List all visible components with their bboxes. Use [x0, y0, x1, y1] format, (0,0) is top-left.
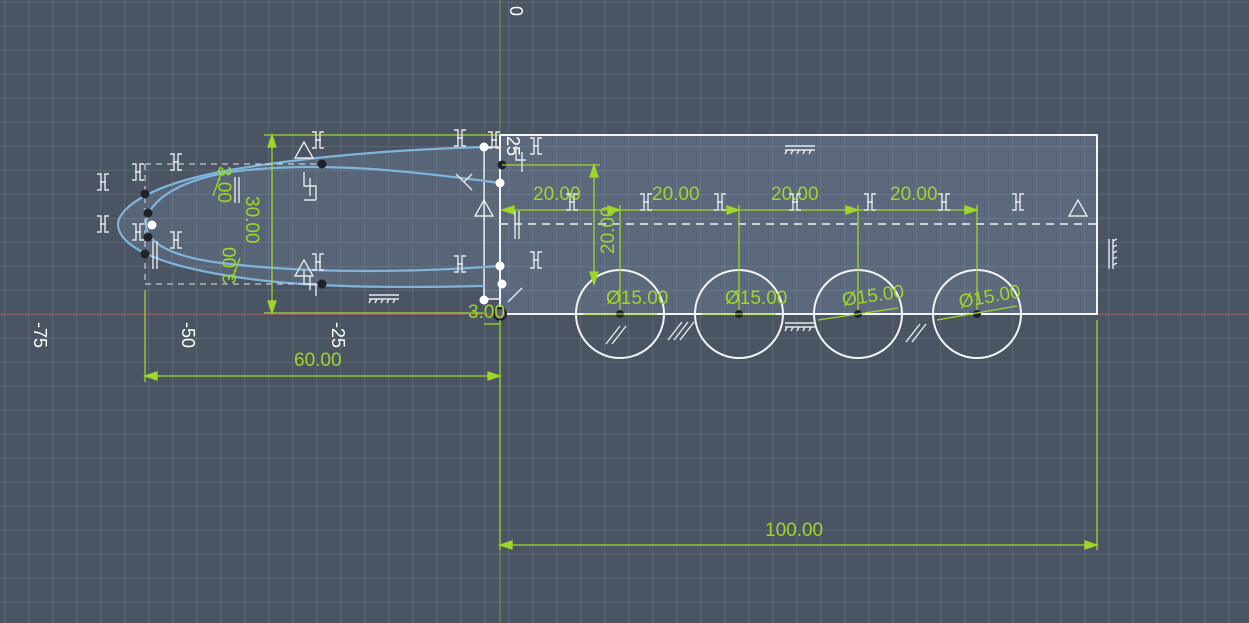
dimension-spacing-2[interactable]: 20.00 [652, 184, 700, 205]
sketch-svg[interactable]: 0 -75 -50 -25 100.00 60.00 30.00 3.00 3.… [0, 0, 1249, 623]
dimension-slot-height[interactable]: 30.00 [241, 196, 262, 244]
sketch-point[interactable] [317, 279, 327, 289]
sketch-point[interactable] [143, 208, 153, 218]
axis-label-minus75: -75 [30, 322, 50, 348]
parallel-icon [605, 325, 627, 345]
sketch-point[interactable] [479, 142, 489, 152]
horizontal-icon [368, 294, 399, 304]
dimension-hole-2[interactable]: Ø15.00 [725, 288, 787, 309]
dimension-slot-length[interactable]: 60.00 [294, 350, 342, 371]
sketch-point[interactable] [147, 220, 157, 230]
dimension-hole-1[interactable]: Ø15.00 [606, 288, 668, 309]
sketch-point[interactable] [140, 189, 150, 199]
sketch-canvas[interactable]: 0 -75 -50 -25 100.00 60.00 30.00 3.00 3.… [0, 0, 1249, 623]
vertical-icon [1108, 238, 1118, 269]
sketch-point[interactable] [497, 279, 507, 289]
dimension-slot-offset-b[interactable]: 3.00 [220, 247, 241, 284]
dimension-slot-offset-a[interactable]: 3.00 [213, 166, 234, 203]
fix-triangle-icon [293, 140, 315, 159]
sketch-point[interactable] [495, 261, 505, 271]
coincident-icon [454, 129, 466, 147]
axis-label-minus25: -25 [328, 322, 348, 348]
coincident-icon [97, 215, 109, 233]
parallel-icon [905, 323, 927, 343]
parallel-icon [667, 321, 695, 341]
slot-end-rectangle[interactable] [483, 146, 501, 300]
axis-label-minus50: -50 [178, 322, 198, 348]
axis-label-zero: 0 [506, 6, 526, 16]
dimension-spacing-4[interactable]: 20.00 [890, 184, 938, 205]
coincident-icon [97, 173, 109, 191]
dimension-height-25[interactable]: 25 [503, 136, 523, 156]
sketch-point[interactable] [495, 178, 505, 188]
horizontal-icon [784, 322, 815, 332]
sketch-point[interactable] [317, 159, 327, 169]
coincident-icon [170, 153, 182, 171]
dimension-slot-gap[interactable]: 3.00 [468, 302, 505, 323]
dimension-width-overall[interactable]: 100.00 [765, 520, 823, 541]
sketch-point[interactable] [140, 249, 150, 259]
coincident-icon [132, 163, 144, 181]
sketch-point[interactable] [143, 232, 153, 242]
dimension-vertical-20[interactable]: 20.00 [598, 206, 619, 254]
